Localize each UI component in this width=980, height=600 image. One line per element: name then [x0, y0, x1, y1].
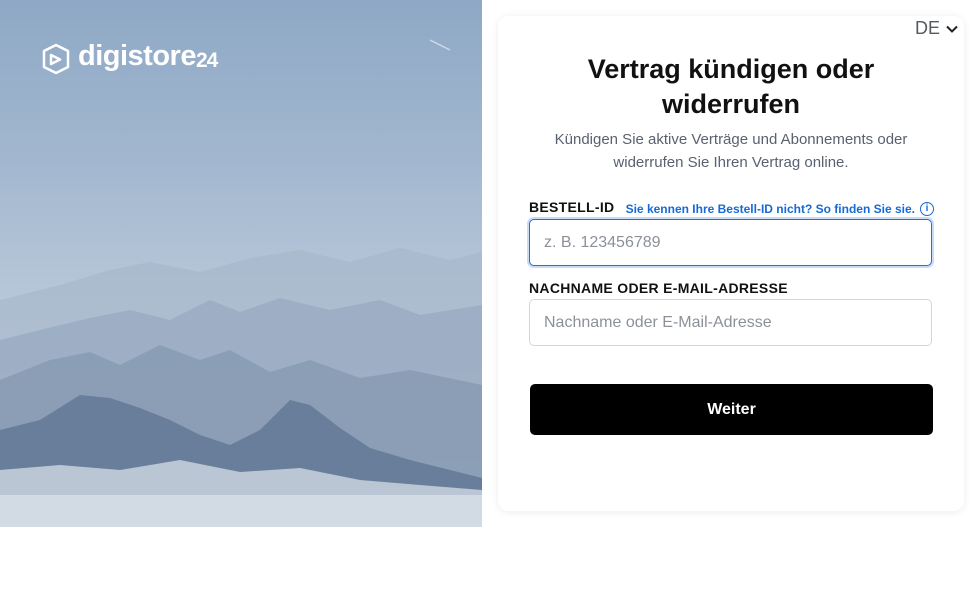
- language-label: DE: [914, 18, 940, 38]
- name-email-input[interactable]: [529, 299, 932, 346]
- brand-logo[interactable]: digistore24: [40, 40, 218, 77]
- order-id-label: BESTELL-ID: [529, 199, 615, 215]
- cancellation-form-card: DE Vertrag kündigen oder widerrufen Künd…: [498, 16, 964, 511]
- digistore-logo-icon: [42, 43, 70, 74]
- mountain-landscape-image: [0, 39, 482, 527]
- page-subtitle: Kündigen Sie aktive Verträge und Abonnem…: [554, 131, 908, 171]
- name-email-label: NACHNAME ODER E-MAIL-ADRESSE: [529, 280, 788, 296]
- brand-name: digistore24: [78, 40, 218, 72]
- language-selector[interactable]: DE: [915, 18, 958, 39]
- hero-mountain-image: digistore24: [0, 0, 482, 527]
- page-title: Vertrag kündigen oder widerrufen: [587, 54, 875, 119]
- order-id-help-text: Sie kennen Ihre Bestell-ID nicht? So fin…: [625, 202, 915, 216]
- order-id-help-link[interactable]: Sie kennen Ihre Bestell-ID nicht? So fin…: [626, 202, 934, 216]
- continue-button[interactable]: Weiter: [530, 384, 933, 435]
- order-id-input[interactable]: [529, 219, 932, 266]
- chevron-down-icon: [946, 25, 958, 33]
- info-icon: i: [920, 202, 934, 216]
